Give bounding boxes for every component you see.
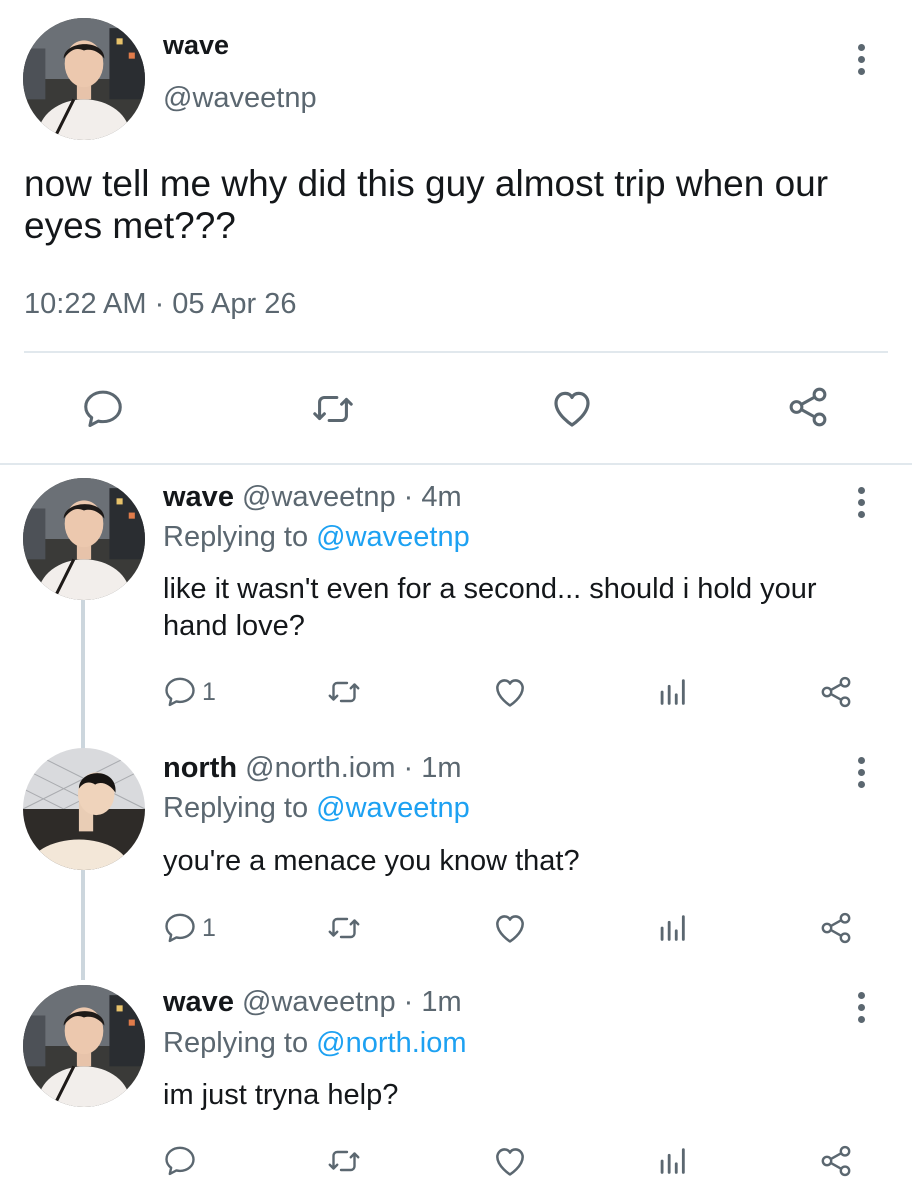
share-button[interactable]: [818, 910, 854, 946]
mention-link[interactable]: @north.iom: [316, 1027, 466, 1059]
comment-icon: [162, 1143, 198, 1179]
reply-author-handle[interactable]: @waveetnp: [242, 986, 396, 1018]
heart-icon: [491, 673, 529, 711]
mention-link[interactable]: @waveetnp: [316, 792, 470, 824]
retweet-icon: [310, 386, 356, 432]
retweet-button[interactable]: [326, 1143, 362, 1179]
reply-button[interactable]: 1: [162, 910, 216, 946]
more-options-icon[interactable]: [851, 487, 871, 518]
retweet-button[interactable]: [326, 910, 362, 946]
reply-button[interactable]: [80, 386, 126, 432]
reply-header: wave @waveetnp · 1m: [163, 986, 462, 1019]
reply-author-name[interactable]: wave: [163, 986, 234, 1018]
avatar[interactable]: [23, 18, 145, 140]
replying-label: Replying to: [163, 792, 309, 824]
share-icon: [785, 384, 831, 430]
share-button[interactable]: [818, 674, 854, 710]
share-button[interactable]: [818, 1143, 854, 1179]
reply-count: 1: [202, 677, 216, 706]
mention-link[interactable]: @waveetnp: [316, 521, 470, 553]
retweet-icon: [326, 674, 362, 710]
reply-author-name[interactable]: wave: [163, 481, 234, 513]
tweet-author-handle[interactable]: @waveetnp: [163, 82, 317, 115]
reply-text: im just tryna help?: [163, 1079, 399, 1111]
share-icon: [818, 1143, 854, 1179]
share-button[interactable]: [785, 384, 831, 430]
like-button[interactable]: [491, 909, 529, 947]
retweet-button[interactable]: [310, 386, 356, 432]
comment-icon: [162, 910, 198, 946]
reply-count: 1: [202, 913, 216, 942]
analytics-button[interactable]: [655, 1144, 689, 1178]
reply-time: · 4m: [403, 481, 462, 513]
more-options-icon[interactable]: [851, 992, 871, 1023]
like-button[interactable]: [491, 1142, 529, 1180]
reply-button[interactable]: [162, 1143, 198, 1179]
tweet-timestamp: 10:22 AM · 05 Apr 26: [24, 288, 297, 320]
tweet-text: now tell me why did this guy almost trip…: [24, 163, 829, 246]
retweet-icon: [326, 1143, 362, 1179]
replying-to: Replying to @waveetnp: [163, 792, 470, 825]
avatar[interactable]: [23, 748, 145, 870]
reply-text: you're a menace you know that?: [163, 845, 580, 877]
heart-icon: [491, 909, 529, 947]
divider: [0, 463, 912, 465]
like-button[interactable]: [548, 384, 596, 432]
share-icon: [818, 674, 854, 710]
reply-author-name[interactable]: north: [163, 752, 237, 784]
share-icon: [818, 910, 854, 946]
avatar[interactable]: [23, 985, 145, 1107]
avatar[interactable]: [23, 478, 145, 600]
comment-icon: [162, 674, 198, 710]
replying-label: Replying to: [163, 521, 309, 553]
reply-header: wave @waveetnp · 4m: [163, 481, 462, 514]
reply-text: like it wasn't even for a second... shou…: [163, 573, 817, 642]
comment-icon: [80, 386, 126, 432]
divider: [24, 351, 888, 353]
stats-icon: [655, 675, 689, 709]
replying-to: Replying to @north.iom: [163, 1027, 466, 1060]
more-options-icon[interactable]: [851, 44, 871, 75]
more-options-icon[interactable]: [851, 757, 871, 788]
heart-icon: [491, 1142, 529, 1180]
analytics-button[interactable]: [655, 911, 689, 945]
replying-label: Replying to: [163, 1027, 309, 1059]
reply-author-handle[interactable]: @waveetnp: [242, 481, 396, 513]
like-button[interactable]: [491, 673, 529, 711]
retweet-button[interactable]: [326, 674, 362, 710]
retweet-icon: [326, 910, 362, 946]
analytics-button[interactable]: [655, 675, 689, 709]
stats-icon: [655, 911, 689, 945]
reply-time: · 1m: [403, 752, 462, 784]
replying-to: Replying to @waveetnp: [163, 521, 470, 554]
reply-author-handle[interactable]: @north.iom: [245, 752, 395, 784]
heart-icon: [548, 384, 596, 432]
reply-time: · 1m: [403, 986, 462, 1018]
stats-icon: [655, 1144, 689, 1178]
reply-button[interactable]: 1: [162, 674, 216, 710]
reply-header: north @north.iom · 1m: [163, 752, 462, 785]
tweet-author-name[interactable]: wave: [163, 30, 229, 61]
